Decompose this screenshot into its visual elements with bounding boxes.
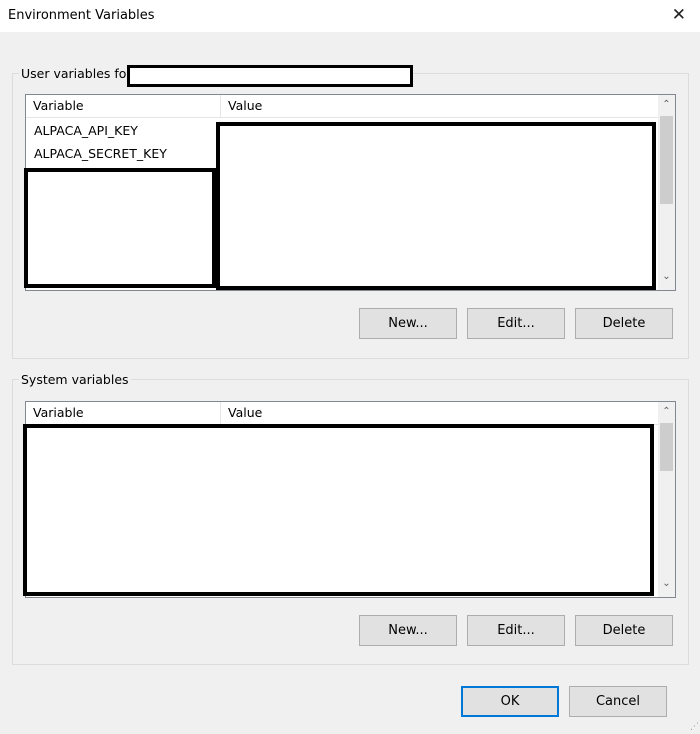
user-new-button[interactable]: New... bbox=[359, 308, 457, 339]
scroll-down-icon[interactable]: ⌄ bbox=[658, 271, 675, 282]
close-icon[interactable]: ✕ bbox=[672, 5, 686, 25]
user-edit-button[interactable]: Edit... bbox=[467, 308, 565, 339]
redacted-variable-block bbox=[24, 168, 216, 288]
redacted-value-block bbox=[216, 122, 656, 290]
redacted-system-list bbox=[23, 424, 654, 596]
ok-button[interactable]: OK bbox=[461, 686, 559, 717]
window-title: Environment Variables bbox=[8, 8, 155, 23]
title-bar: Environment Variables ✕ bbox=[0, 0, 700, 32]
user-variables-label: User variables for bbox=[19, 66, 134, 81]
column-header-variable[interactable]: Variable bbox=[26, 402, 219, 424]
vertical-scrollbar[interactable]: ⌃ ⌄ bbox=[658, 95, 675, 290]
scroll-thumb[interactable] bbox=[660, 423, 673, 471]
column-header-value[interactable]: Value bbox=[220, 402, 262, 424]
list-item[interactable]: ALPACA_SECRET_KEY bbox=[34, 146, 167, 161]
scroll-up-icon[interactable]: ⌃ bbox=[658, 99, 675, 110]
scroll-thumb[interactable] bbox=[660, 116, 673, 204]
scroll-down-icon[interactable]: ⌄ bbox=[658, 578, 675, 589]
column-header-variable[interactable]: Variable bbox=[26, 95, 219, 117]
list-header: Variable Value bbox=[26, 402, 659, 425]
system-delete-button[interactable]: Delete bbox=[575, 615, 673, 646]
redacted-username bbox=[127, 65, 413, 87]
list-item[interactable]: ALPACA_API_KEY bbox=[34, 123, 138, 138]
column-header-value[interactable]: Value bbox=[220, 95, 262, 117]
vertical-scrollbar[interactable]: ⌃ ⌄ bbox=[658, 402, 675, 597]
list-header: Variable Value bbox=[26, 95, 659, 118]
system-edit-button[interactable]: Edit... bbox=[467, 615, 565, 646]
system-variables-label: System variables bbox=[19, 372, 131, 387]
resize-grip-icon[interactable]: ⋰ bbox=[690, 722, 699, 732]
user-delete-button[interactable]: Delete bbox=[575, 308, 673, 339]
system-new-button[interactable]: New... bbox=[359, 615, 457, 646]
cancel-button[interactable]: Cancel bbox=[569, 686, 667, 717]
scroll-up-icon[interactable]: ⌃ bbox=[658, 406, 675, 417]
